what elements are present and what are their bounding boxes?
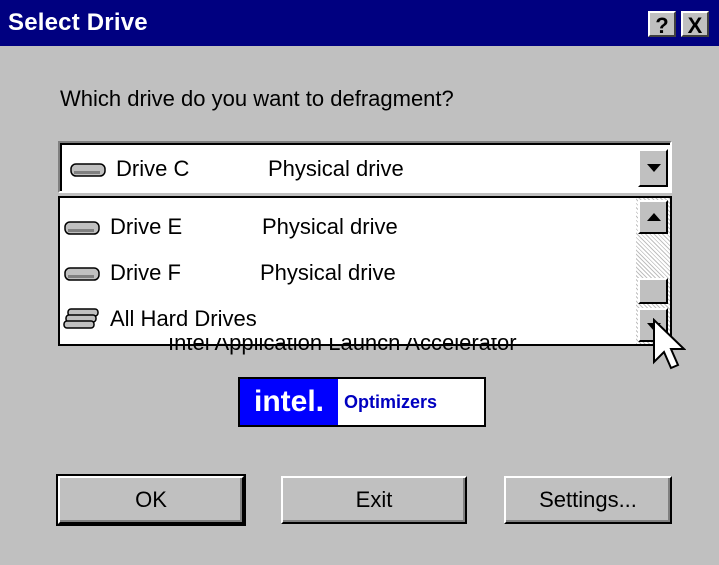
list-item-type: Physical drive [262, 214, 398, 239]
selected-drive-type: Physical drive [268, 156, 404, 181]
logo-brand: intel. [240, 379, 338, 425]
dropdown-button[interactable] [638, 149, 668, 187]
list-item-type: Physical drive [260, 260, 396, 285]
window-title: Select Drive [8, 9, 148, 36]
drive-icon [64, 221, 100, 235]
close-button[interactable]: X [681, 11, 709, 38]
list-item-name: Drive E [110, 214, 183, 239]
all-drives-icon [63, 308, 99, 329]
product-caption-text: Intel Application Launch Accelerator [168, 338, 517, 355]
scrollbar-thumb[interactable] [638, 278, 668, 304]
logo-product: Optimizers [344, 392, 438, 412]
scroll-up-button[interactable] [638, 200, 668, 234]
exit-button[interactable]: Exit [281, 476, 467, 524]
combobox-field: Drive C Physical drive [60, 143, 670, 191]
intel-optimizers-logo: intel. Optimizers [238, 377, 486, 427]
drive-dropdown-list[interactable]: Drive E Physical drive Drive F Physical … [58, 196, 672, 346]
drive-combobox[interactable]: Drive C Physical drive [58, 141, 672, 193]
drive-icon [70, 163, 106, 177]
ok-button[interactable]: OK [56, 474, 246, 526]
product-caption: Intel Application Launch Accelerator [168, 338, 568, 360]
selected-drive-name: Drive C [116, 156, 190, 181]
chevron-up-icon [647, 213, 661, 221]
help-button[interactable]: ? [648, 11, 676, 38]
mouse-pointer-icon [653, 318, 686, 370]
prompt-label: Which drive do you want to defragment? [60, 86, 454, 111]
list-item-name: Drive F [110, 260, 181, 285]
title-bar: Select Drive ? X [0, 0, 719, 46]
settings-button[interactable]: Settings... [504, 476, 672, 524]
drive-icon [64, 267, 100, 281]
chevron-down-icon [647, 164, 661, 172]
list-item-name: All Hard Drives [110, 306, 257, 331]
